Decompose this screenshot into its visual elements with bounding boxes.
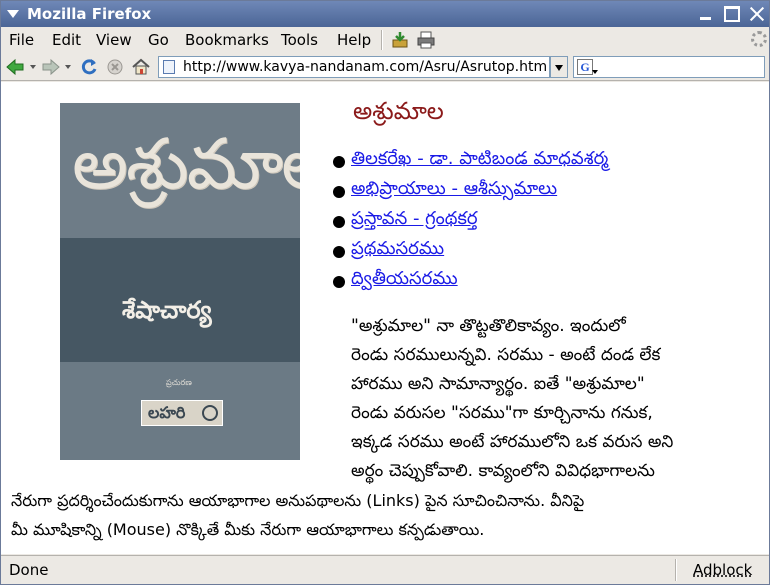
back-arrow-icon[interactable] <box>5 57 25 77</box>
intro-line: ఇక్కడ సరము అంటే హారములోని ఒక వరుస అని <box>351 432 674 452</box>
menu-edit[interactable]: Edit <box>52 31 81 49</box>
google-search-engine-icon[interactable]: G <box>577 59 593 75</box>
cover-publisher-label: ప్రచురణ <box>166 378 192 387</box>
download-icon[interactable] <box>391 31 409 49</box>
intro-line-wide: నేరుగా ప్రదర్శించేందుకుగాను ఆయాభాగాల అను… <box>11 491 585 510</box>
section-links-list: తిలకరేఖ - డా. పాటిబండ మాధవశర్మ అభిప్రాయా… <box>331 148 608 298</box>
minimize-button[interactable] <box>698 6 714 22</box>
status-bar: Done Adblock <box>1 555 769 584</box>
intro-line: అర్థం చెప్పుకోవాలి. కావ్యంలోని వివిధభాగా… <box>351 461 655 481</box>
adblock-status-button[interactable]: Adblock <box>693 561 752 579</box>
link-dvitiyasaramu[interactable]: ద్వితీయసరము <box>351 268 458 289</box>
search-bar[interactable]: G <box>573 56 765 78</box>
url-history-dropdown[interactable] <box>550 56 568 78</box>
link-prathamasaramu[interactable]: ప్రథమసరము <box>351 238 444 259</box>
list-item: ద్వితీయసరము <box>331 268 608 298</box>
cover-title: అశ్రుమాల <box>72 123 300 205</box>
menu-file[interactable]: File <box>9 31 34 49</box>
book-cover-image: అశ్రుమాల శేషాచార్య ప్రచురణ లహరి <box>60 103 300 460</box>
menu-view[interactable]: View <box>96 31 132 49</box>
browser-window: Mozilla Firefox File Edit View Go Bookma… <box>0 0 770 585</box>
maximize-button[interactable] <box>724 6 740 22</box>
search-engine-dropdown-icon[interactable] <box>592 70 598 74</box>
throbber-icon <box>751 31 767 47</box>
link-tilakarekha[interactable]: తిలకరేఖ - డా. పాటిబండ మాధవశర్మ <box>351 148 608 169</box>
page-icon <box>163 60 175 74</box>
menu-bookmarks[interactable]: Bookmarks <box>185 31 269 49</box>
menu-bar: File Edit View Go Bookmarks Tools Help <box>1 27 769 53</box>
home-icon[interactable] <box>131 57 151 77</box>
page-heading: అశ్రుమాల <box>353 97 444 125</box>
list-item: అభిప్రాయాలు - ఆశీస్సుమాలు <box>331 178 608 208</box>
menu-help[interactable]: Help <box>337 31 371 49</box>
intro-line: హారము అని సామాన్యార్థం. ఐతే "అశ్రుమాల" <box>351 374 645 394</box>
cover-author: శేషాచార్య <box>122 296 212 324</box>
reload-icon[interactable] <box>79 57 99 77</box>
forward-arrow-icon[interactable] <box>41 57 61 77</box>
menu-tools[interactable]: Tools <box>281 31 318 49</box>
status-text: Done <box>9 561 49 579</box>
publisher-logo-icon <box>202 405 218 421</box>
menu-go[interactable]: Go <box>148 31 169 49</box>
status-divider <box>675 559 677 581</box>
url-text[interactable]: http://www.kavya-nandanam.com/Asru/Asrut… <box>183 59 547 75</box>
print-icon[interactable] <box>417 31 435 49</box>
window-menu-icon[interactable] <box>7 10 19 18</box>
title-bar: Mozilla Firefox <box>1 1 769 27</box>
list-item: ప్రస్తావన - గ్రంథకర్త <box>331 208 608 238</box>
intro-line-wide: మీ మూషికాన్ని (Mouse) నొక్కితే మీకు నేరు… <box>11 520 485 539</box>
forward-dropdown-icon[interactable] <box>65 65 71 69</box>
link-prastavana[interactable]: ప్రస్తావన - గ్రంథకర్త <box>351 208 478 229</box>
cover-publisher: లహరి <box>148 403 186 422</box>
list-item: ప్రథమసరము <box>331 238 608 268</box>
close-button[interactable] <box>749 6 765 22</box>
url-bar[interactable]: http://www.kavya-nandanam.com/Asru/Asrut… <box>158 56 550 78</box>
cover-publisher-box: లహరి <box>141 400 223 426</box>
page-content: అశ్రుమాల శేషాచార్య ప్రచురణ లహరి అశ్రుమాల… <box>1 82 769 554</box>
intro-line: "అశ్రుమాల" నా తొట్టతొలికావ్యం. ఇందులో <box>351 316 626 336</box>
intro-line: రెండు వరుసల "సరము"గా కూర్చినాను గనుక, <box>351 403 653 423</box>
stop-icon[interactable] <box>105 57 125 77</box>
navigation-toolbar: http://www.kavya-nandanam.com/Asru/Asrut… <box>1 53 769 81</box>
link-abhiprayalu[interactable]: అభిప్రాయాలు - ఆశీస్సుమాలు <box>351 178 557 199</box>
menu-separator <box>381 30 383 50</box>
list-item: తిలకరేఖ - డా. పాటిబండ మాధవశర్మ <box>331 148 608 178</box>
back-dropdown-icon[interactable] <box>30 65 36 69</box>
intro-line: రెండు సరములున్నవి. సరము - అంటే దండ లేక <box>351 345 661 365</box>
window-title: Mozilla Firefox <box>27 5 152 23</box>
